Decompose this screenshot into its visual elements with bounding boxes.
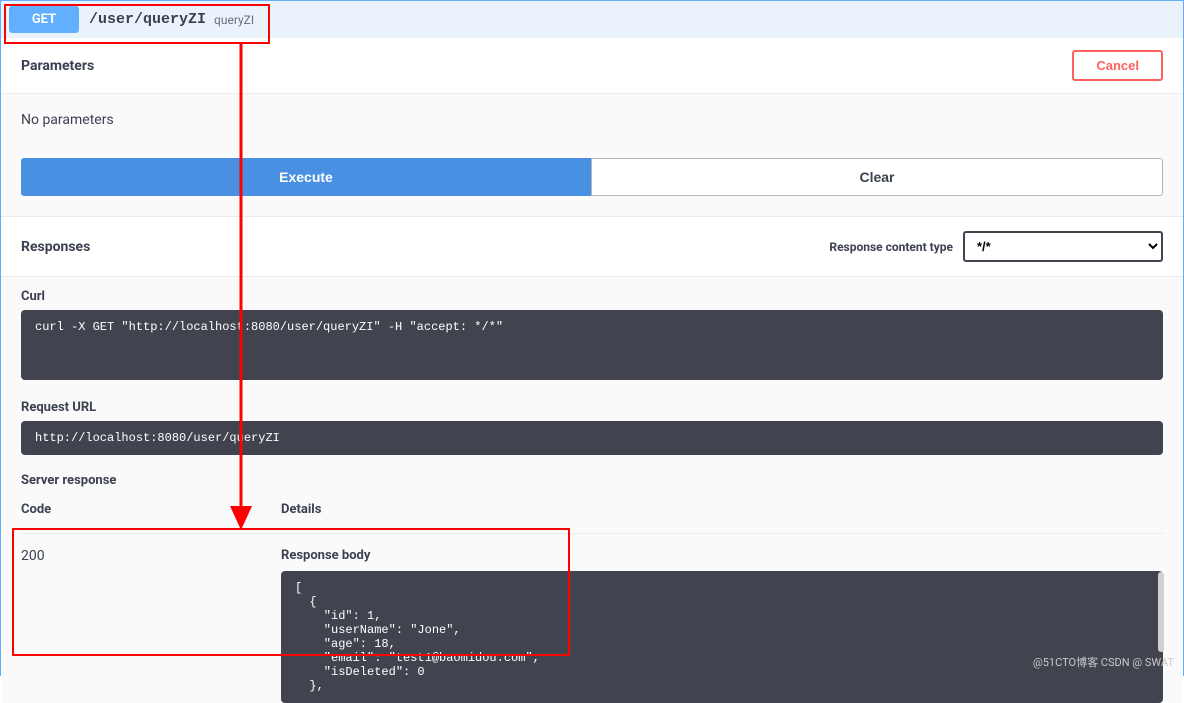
content-type-group: Response content type */* bbox=[829, 231, 1163, 262]
request-url-section: Request URL http://localhost:8080/user/q… bbox=[1, 388, 1183, 463]
operation-body: Parameters Cancel No parameters Execute … bbox=[1, 38, 1183, 703]
curl-command-block[interactable]: curl -X GET "http://localhost:8080/user/… bbox=[21, 310, 1163, 380]
http-method-badge: GET bbox=[9, 6, 79, 33]
response-body-content[interactable]: [ { "id": 1, "userName": "Jone", "age": … bbox=[281, 571, 1163, 703]
status-code-value: 200 bbox=[21, 534, 281, 578]
response-body-label: Response body bbox=[281, 534, 1163, 571]
curl-section: Curl curl -X GET "http://localhost:8080/… bbox=[1, 277, 1183, 388]
clear-button[interactable]: Clear bbox=[591, 158, 1163, 196]
endpoint-description: queryZI bbox=[214, 13, 254, 27]
server-response-label: Server response bbox=[1, 463, 1183, 492]
details-column-header: Details bbox=[281, 492, 1163, 534]
operation-summary-row[interactable]: GET /user/queryZI queryZI bbox=[1, 1, 1183, 38]
response-table: Code 200 Details Response body [ { "id":… bbox=[1, 492, 1183, 703]
code-column-header: Code bbox=[21, 492, 281, 534]
curl-label: Curl bbox=[21, 289, 1163, 304]
request-url-label: Request URL bbox=[21, 400, 1163, 415]
execute-bar: Execute Clear bbox=[1, 158, 1183, 216]
scrollbar-thumb[interactable] bbox=[1158, 572, 1164, 652]
api-operation-panel: GET /user/queryZI queryZI Parameters Can… bbox=[0, 0, 1184, 676]
no-parameters-text: No parameters bbox=[1, 94, 1183, 158]
content-type-label: Response content type bbox=[829, 240, 953, 254]
cancel-button[interactable]: Cancel bbox=[1072, 50, 1163, 81]
parameters-header: Parameters Cancel bbox=[1, 38, 1183, 94]
execute-button[interactable]: Execute bbox=[21, 158, 591, 196]
response-details-column: Details Response body [ { "id": 1, "user… bbox=[281, 492, 1163, 703]
responses-header: Responses Response content type */* bbox=[1, 216, 1183, 277]
request-url-value[interactable]: http://localhost:8080/user/queryZI bbox=[21, 421, 1163, 455]
content-type-select[interactable]: */* bbox=[963, 231, 1163, 262]
parameters-title: Parameters bbox=[21, 58, 94, 74]
endpoint-path: /user/queryZI bbox=[89, 11, 206, 28]
responses-title: Responses bbox=[21, 239, 90, 255]
response-code-column: Code 200 bbox=[21, 492, 281, 703]
